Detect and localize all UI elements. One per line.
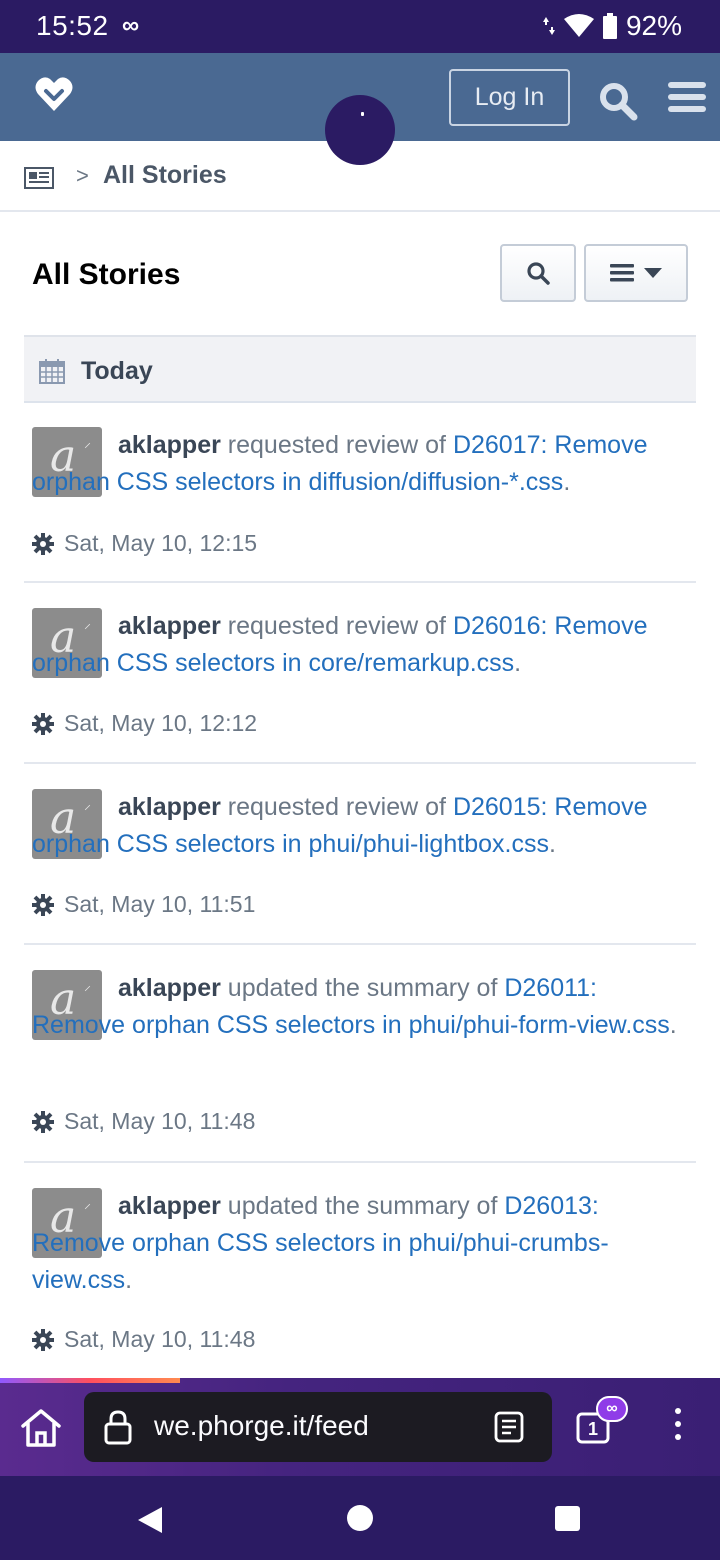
day-header: Today (24, 337, 696, 403)
caret-down-icon (644, 268, 662, 278)
page-load-progress (0, 1378, 180, 1383)
private-badge: ∞ (596, 1396, 628, 1422)
story-period: . (548, 830, 556, 858)
hamburger-menu-icon[interactable] (668, 82, 706, 116)
story-author-link[interactable]: aklapper (118, 431, 221, 459)
search-icon (527, 262, 550, 285)
story-period: . (669, 1011, 677, 1039)
day-label: Today (81, 357, 153, 385)
home-circle-icon[interactable] (347, 1505, 373, 1531)
battery-icon (602, 13, 617, 39)
feed-story: a ⸝ aklapper requested review of D26015: … (24, 789, 696, 945)
story-period: . (125, 1266, 133, 1294)
login-button[interactable]: Log In (449, 69, 570, 126)
story-time-text: Sat, May 10, 12:12 (64, 710, 258, 736)
lock-icon[interactable] (104, 1409, 132, 1445)
gear-icon (32, 893, 54, 916)
back-icon[interactable] (136, 1505, 164, 1535)
feed-story: a ⸝ aklapper updated the summary of D2601… (24, 970, 696, 1163)
story-action: requested review of (227, 612, 446, 640)
floating-action-button[interactable] (325, 95, 395, 165)
gear-icon (32, 712, 54, 735)
system-navigation-bar (0, 1476, 720, 1560)
story-author-link[interactable]: aklapper (118, 793, 221, 821)
status-time: 15:52 (36, 10, 109, 41)
story-timestamp: Sat, May 10, 11:48 (32, 1326, 255, 1353)
battery-percentage: 92% (625, 10, 682, 41)
list-icon (610, 264, 634, 282)
story-time-text: Sat, May 10, 12:15 (64, 530, 258, 556)
data-arrows-icon (542, 17, 555, 35)
story-text: aklapper requested review of D26016: Rem… (32, 608, 682, 682)
gear-icon (32, 1110, 54, 1133)
more-menu-icon[interactable] (672, 1408, 684, 1448)
story-timestamp: Sat, May 10, 12:12 (32, 710, 257, 737)
story-text: aklapper updated the summary of D26011: … (32, 970, 682, 1044)
story-time-text: Sat, May 10, 11:48 (64, 1108, 256, 1134)
gear-icon (32, 1328, 54, 1351)
story-action: updated the summary of (227, 974, 498, 1002)
story-timestamp: Sat, May 10, 11:51 (32, 891, 255, 918)
gear-icon (32, 532, 54, 555)
url-bar[interactable]: we.phorge.it/feed (84, 1392, 552, 1462)
tab-count: 1 (588, 1419, 599, 1439)
feed-story: a ⸝ aklapper requested review of D26017: … (24, 427, 696, 583)
story-timestamp: Sat, May 10, 11:48 (32, 1108, 255, 1135)
story-text: aklapper requested review of D26017: Rem… (32, 427, 682, 501)
wifi-icon (563, 14, 594, 37)
reader-mode-icon[interactable] (494, 1411, 524, 1443)
chevron-right-icon: > (76, 163, 89, 188)
story-text: aklapper requested review of D26015: Rem… (32, 789, 682, 863)
story-action: updated the summary of (227, 1192, 498, 1220)
story-period: . (514, 649, 522, 677)
story-author-link[interactable]: aklapper (118, 612, 221, 640)
search-icon[interactable] (598, 81, 638, 121)
recent-apps-icon[interactable] (555, 1506, 580, 1531)
story-author-link[interactable]: aklapper (118, 1192, 221, 1220)
list-actions-dropdown[interactable] (584, 244, 688, 302)
status-bar: 15:52 ∞ 92% (0, 0, 720, 53)
feed-story: a ⸝ aklapper requested review of D26016: … (24, 608, 696, 764)
browser-toolbar: we.phorge.it/feed 1 ∞ (0, 1378, 720, 1476)
url-text[interactable]: we.phorge.it/feed (154, 1410, 369, 1442)
story-time-text: Sat, May 10, 11:51 (64, 891, 256, 917)
feed-story: a ⸝ aklapper updated the summary of D2601… (24, 1188, 696, 1378)
story-timestamp: Sat, May 10, 12:15 (32, 530, 257, 557)
newspaper-icon[interactable] (24, 167, 54, 189)
search-stories-button[interactable] (500, 244, 576, 302)
page-title: All Stories (32, 258, 181, 291)
story-action: requested review of (227, 793, 446, 821)
story-author-link[interactable]: aklapper (118, 974, 221, 1002)
story-action: requested review of (227, 431, 446, 459)
status-indicators: 92% (542, 10, 682, 42)
story-text: aklapper updated the summary of D26013: … (32, 1188, 682, 1299)
story-time-text: Sat, May 10, 11:48 (64, 1326, 256, 1352)
story-period: . (563, 468, 571, 496)
home-icon[interactable] (20, 1408, 62, 1448)
calendar-icon (39, 359, 65, 384)
breadcrumb-all-stories[interactable]: All Stories (103, 161, 227, 190)
heart-logo-icon[interactable] (34, 75, 74, 115)
private-mode-indicator: ∞ (122, 12, 140, 39)
